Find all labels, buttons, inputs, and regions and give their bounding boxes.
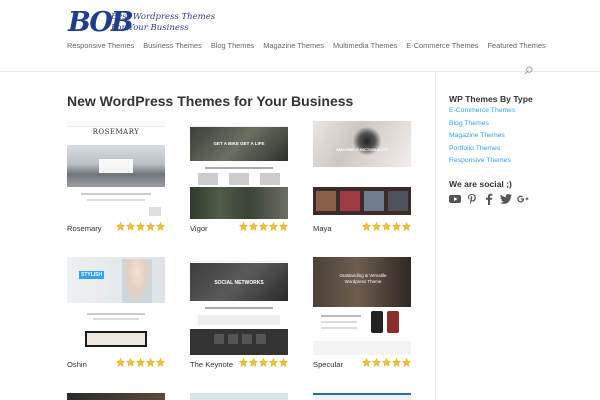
rating-stars [116, 222, 165, 231]
theme-thumbnail[interactable]: GET A BIKE GET A LIFE [190, 121, 288, 219]
theme-name[interactable]: The Keynote [190, 360, 233, 369]
theme-name[interactable]: Oshin [67, 360, 87, 369]
sidebar-heading-types: WP Themes By Type [449, 94, 533, 104]
thumb-text: ROSEMARY [92, 128, 140, 136]
star-icon [259, 358, 268, 367]
sidebar-type-list: E-Commerce Themes Blog Themes Magazine T… [449, 107, 515, 171]
theme-card-partial[interactable] [313, 393, 411, 400]
rating-stars [239, 222, 288, 231]
pinterest-icon[interactable] [466, 193, 478, 205]
main-nav: Responsive Themes Business Themes Blog T… [67, 41, 555, 50]
nav-item-featured-themes[interactable]: Featured Themes [487, 41, 545, 50]
star-icon [362, 358, 371, 367]
theme-thumbnail[interactable]: SOCIAL NETWORKS [190, 257, 288, 355]
star-icon [372, 358, 381, 367]
star-icon [249, 222, 258, 231]
theme-thumbnail[interactable]: AMAZING FUNCTIONALITY [313, 121, 411, 219]
theme-card-vigor[interactable]: GET A BIKE GET A LIFE Vigor [190, 121, 288, 233]
logo-tagline-line2: For Your Business [111, 22, 189, 33]
theme-name[interactable]: Specular [313, 360, 343, 369]
theme-card-partial[interactable] [67, 393, 165, 400]
thumb-text: Outstanding & Versatile Wordpress Theme [339, 273, 387, 284]
rating-stars [116, 358, 165, 367]
social-icons [449, 193, 529, 205]
thumb-text: STYLISH [79, 271, 105, 279]
theme-card-partial[interactable] [190, 393, 288, 400]
search-icon[interactable] [524, 66, 533, 75]
rating-stars [239, 358, 288, 367]
nav-item-responsive-themes[interactable]: Responsive Themes [67, 41, 134, 50]
nav-item-blog-themes[interactable]: Blog Themes [211, 41, 254, 50]
star-icon [249, 358, 258, 367]
theme-thumbnail[interactable]: STYLISH [67, 257, 165, 355]
star-icon [239, 358, 248, 367]
theme-name[interactable]: Rosemary [67, 224, 102, 233]
nav-item-magazine-themes[interactable]: Magazine Themes [263, 41, 324, 50]
star-icon [146, 222, 155, 231]
theme-thumbnail[interactable]: ROSEMARY [67, 121, 165, 219]
star-icon [402, 222, 411, 231]
nav-item-multimedia-themes[interactable]: Multimedia Themes [333, 41, 397, 50]
sidebar-link-magazine-themes[interactable]: Magazine Themes [449, 132, 515, 139]
nav-item-business-themes[interactable]: Business Themes [143, 41, 202, 50]
star-icon [116, 358, 125, 367]
facebook-icon[interactable] [483, 193, 495, 205]
rating-stars [362, 358, 411, 367]
sidebar-link-responsive-themes[interactable]: Responsive Themes [449, 157, 515, 164]
star-icon [146, 358, 155, 367]
rating-stars [362, 222, 411, 231]
sidebar-link-portfolio-themes[interactable]: Portfolio Themes [449, 145, 515, 152]
star-icon [116, 222, 125, 231]
star-icon [269, 222, 278, 231]
thumb-text: GET A BIKE GET A LIFE [213, 141, 265, 146]
star-icon [126, 222, 135, 231]
star-icon [362, 222, 371, 231]
star-icon [136, 358, 145, 367]
thumb-text: SOCIAL NETWORKS [214, 280, 264, 286]
theme-card-maya[interactable]: AMAZING FUNCTIONALITY Maya [313, 121, 411, 233]
star-icon [402, 358, 411, 367]
star-icon [136, 222, 145, 231]
theme-card-oshin[interactable]: STYLISH Oshin [67, 257, 165, 369]
star-icon [126, 358, 135, 367]
star-icon [156, 358, 165, 367]
sidebar-heading-social: We are social ;) [449, 179, 512, 189]
star-icon [382, 222, 391, 231]
star-icon [392, 358, 401, 367]
site-logo[interactable]: BOB Best Wordpress Themes For Your Busin… [68, 8, 215, 38]
nav-item-ecommerce-themes[interactable]: E-Commerce Themes [406, 41, 478, 50]
sidebar-link-blog-themes[interactable]: Blog Themes [449, 120, 515, 127]
star-icon [259, 222, 268, 231]
logo-tagline: Best Wordpress Themes For Your Business [111, 12, 215, 33]
page-title: New WordPress Themes for Your Business [67, 93, 354, 109]
site-header: BOB Best Wordpress Themes For Your Busin… [0, 0, 600, 75]
star-icon [279, 222, 288, 231]
theme-card-rosemary[interactable]: ROSEMARY Rosemary [67, 121, 165, 233]
twitter-icon[interactable] [500, 193, 512, 205]
theme-thumbnail[interactable]: Outstanding & Versatile Wordpress Theme [313, 257, 411, 355]
thumb-text: AMAZING FUNCTIONALITY [336, 147, 388, 152]
star-icon [372, 222, 381, 231]
youtube-icon[interactable] [449, 193, 461, 205]
google-plus-icon[interactable] [517, 193, 529, 205]
sidebar-link-ecommerce-themes[interactable]: E-Commerce Themes [449, 107, 515, 114]
theme-card-specular[interactable]: Outstanding & Versatile Wordpress Theme … [313, 257, 411, 369]
logo-tagline-line1: Best Wordpress Themes [111, 12, 216, 22]
sidebar-divider [435, 72, 436, 400]
theme-name[interactable]: Maya [313, 224, 332, 233]
theme-name[interactable]: Vigor [190, 224, 208, 233]
star-icon [239, 222, 248, 231]
star-icon [279, 358, 288, 367]
star-icon [382, 358, 391, 367]
star-icon [269, 358, 278, 367]
star-icon [156, 222, 165, 231]
star-icon [392, 222, 401, 231]
theme-card-the-keynote[interactable]: SOCIAL NETWORKS The Keynote [190, 257, 288, 369]
